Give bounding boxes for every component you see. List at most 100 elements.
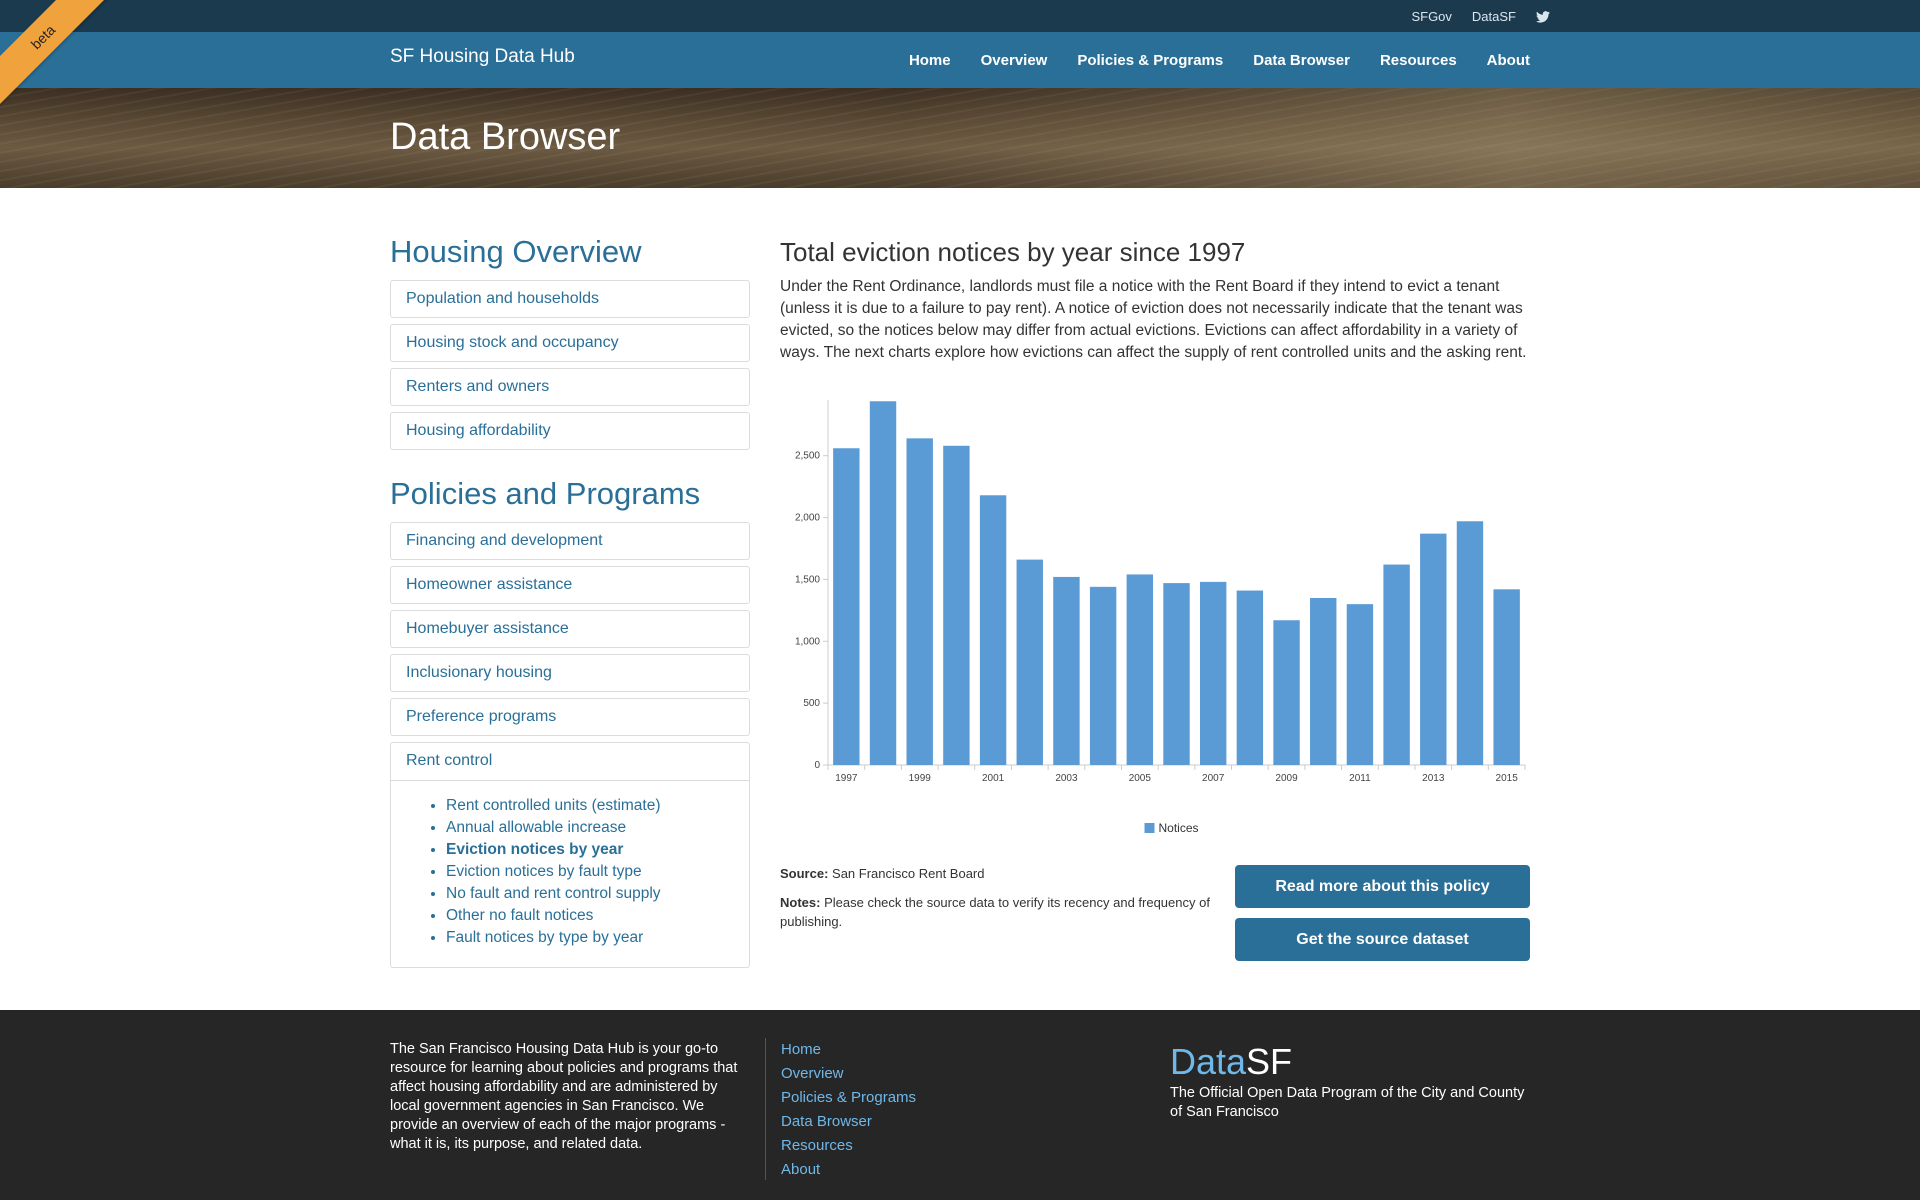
datasf-logo-sf: SF	[1246, 1041, 1293, 1082]
subnav-other-no-fault[interactable]: Other no fault notices	[446, 907, 593, 924]
bar-2004	[1089, 586, 1117, 765]
housing-overview-heading: Housing Overview	[390, 234, 642, 269]
sidebar-item-population[interactable]: Population and households	[390, 280, 750, 318]
list-item: Annual allowable increase	[446, 817, 749, 839]
nav-overview[interactable]: Overview	[981, 52, 1048, 69]
bar-1999	[906, 438, 933, 765]
y-tick-label: 0	[814, 760, 820, 771]
bar-2002	[1016, 559, 1043, 765]
sidebar-item-homeowner[interactable]: Homeowner assistance	[390, 566, 750, 604]
sidebar-item-renters-owners[interactable]: Renters and owners	[390, 368, 750, 406]
footer-link-overview[interactable]: Overview	[781, 1062, 916, 1086]
subnav-annual-increase[interactable]: Annual allowable increase	[446, 819, 626, 836]
datasf-logo[interactable]: DataSF	[1170, 1042, 1540, 1082]
legend-swatch	[1144, 823, 1155, 833]
notes-label: Notes:	[780, 895, 821, 910]
bar-2009	[1273, 620, 1300, 765]
source-dataset-button[interactable]: Get the source dataset	[1235, 918, 1530, 961]
list-item: No fault and rent control supply	[446, 883, 749, 905]
y-tick-label: 2,000	[795, 513, 820, 524]
bar-2003	[1053, 576, 1080, 765]
hero-banner: Data Browser	[0, 88, 1920, 188]
rent-control-subnav: Rent controlled units (estimate) Annual …	[391, 781, 749, 967]
bar-2001	[979, 495, 1007, 765]
datasf-logo-data: Data	[1170, 1041, 1247, 1082]
sfgov-link[interactable]: SFGov	[1411, 9, 1451, 24]
main-nav: SF Housing Data Hub Home Overview Polici…	[0, 32, 1920, 88]
sidebar-item-rent-control[interactable]: Rent control	[391, 743, 749, 781]
footer-link-data-browser[interactable]: Data Browser	[781, 1110, 916, 1134]
subnav-eviction-by-year[interactable]: Eviction notices by year	[446, 841, 623, 858]
utility-links: SFGov DataSF	[1411, 0, 1550, 32]
bar-chart-svg: 0 500 1,000 1,500 2,000 2,500 1997 1999 2001 2003…	[795, 400, 1526, 835]
source-notes: Source: San Francisco Rent Board Notes: …	[780, 864, 1210, 941]
read-policy-button[interactable]: Read more about this policy	[1235, 865, 1530, 908]
sidebar-item-financing[interactable]: Financing and development	[390, 522, 750, 560]
sidebar-item-housing-stock[interactable]: Housing stock and occupancy	[390, 324, 750, 362]
footer-link-policies[interactable]: Policies & Programs	[781, 1086, 916, 1110]
x-tick-label: 2015	[1496, 773, 1519, 784]
bar-1997	[833, 448, 860, 765]
x-tick-label: 1999	[909, 773, 932, 784]
rent-control-panel: Rent control Rent controlled units (esti…	[390, 742, 750, 968]
footer-about-text: The San Francisco Housing Data Hub is yo…	[390, 1041, 738, 1152]
source-label: Source:	[780, 866, 829, 881]
subnav-eviction-by-fault[interactable]: Eviction notices by fault type	[446, 863, 642, 880]
eviction-chart: 0 500 1,000 1,500 2,000 2,500 1997 1999 2001 2003…	[780, 390, 1530, 850]
chart-heading: Total eviction notices by year since 199…	[780, 237, 1246, 267]
subnav-rent-controlled-units[interactable]: Rent controlled units (estimate)	[446, 797, 661, 814]
policies-programs-heading: Policies and Programs	[390, 476, 701, 511]
nav-about[interactable]: About	[1487, 52, 1530, 69]
footer-link-about[interactable]: About	[781, 1158, 916, 1182]
nav-links: Home Overview Policies & Programs Data B…	[909, 32, 1530, 88]
x-tick-label: 2011	[1349, 773, 1371, 784]
bar-1998	[869, 401, 897, 765]
bar-2012	[1383, 564, 1410, 765]
source-value: San Francisco Rent Board	[832, 866, 985, 881]
sidebar-item-homebuyer[interactable]: Homebuyer assistance	[390, 610, 750, 648]
sidebar-item-affordability[interactable]: Housing affordability	[390, 412, 750, 450]
footer: The San Francisco Housing Data Hub is yo…	[0, 1010, 1920, 1200]
bar-2015	[1493, 589, 1520, 765]
sidebar-item-inclusionary[interactable]: Inclusionary housing	[390, 654, 750, 692]
list-item: Eviction notices by fault type	[446, 861, 749, 883]
list-item: Eviction notices by year	[446, 839, 749, 861]
sidebar: Housing Overview Population and househol…	[390, 232, 750, 968]
bar-2013	[1420, 533, 1447, 765]
bar-2008	[1236, 590, 1264, 765]
site-brand[interactable]: SF Housing Data Hub	[390, 46, 575, 68]
utility-bar: SFGov DataSF	[0, 0, 1920, 32]
footer-link-resources[interactable]: Resources	[781, 1134, 916, 1158]
chart-description: Under the Rent Ordinance, landlords must…	[780, 278, 1527, 361]
main-content: Total eviction notices by year since 199…	[780, 232, 1530, 364]
notes-value: Please check the source data to verify i…	[780, 895, 1210, 929]
footer-tagline: The Official Open Data Program of the Ci…	[1170, 1085, 1525, 1120]
twitter-icon[interactable]	[1536, 10, 1550, 23]
subnav-no-fault-supply[interactable]: No fault and rent control supply	[446, 885, 661, 902]
footer-links: Home Overview Policies & Programs Data B…	[765, 1038, 916, 1180]
y-tick-label: 2,500	[795, 451, 820, 462]
list-item: Fault notices by type by year	[446, 927, 749, 949]
subnav-fault-type-year[interactable]: Fault notices by type by year	[446, 929, 643, 946]
nav-home[interactable]: Home	[909, 52, 951, 69]
bar-2007	[1199, 581, 1227, 765]
x-tick-label: 2003	[1055, 773, 1078, 784]
bar-2014	[1456, 521, 1484, 765]
nav-resources[interactable]: Resources	[1380, 52, 1457, 69]
y-tick-label: 1,500	[795, 574, 820, 585]
nav-policies-programs[interactable]: Policies & Programs	[1077, 52, 1223, 69]
sidebar-item-preference[interactable]: Preference programs	[390, 698, 750, 736]
x-tick-label: 1997	[835, 773, 858, 784]
footer-link-home[interactable]: Home	[781, 1038, 916, 1062]
bar-2006	[1163, 583, 1190, 765]
list-item: Rent controlled units (estimate)	[446, 795, 749, 817]
x-tick-label: 2013	[1422, 773, 1445, 784]
legend-label: Notices	[1159, 821, 1199, 835]
nav-data-browser[interactable]: Data Browser	[1253, 52, 1350, 69]
datasf-link[interactable]: DataSF	[1472, 9, 1516, 24]
footer-brand: DataSF The Official Open Data Program of…	[1170, 1042, 1540, 1122]
bar-2000	[943, 445, 970, 765]
list-item: Other no fault notices	[446, 905, 749, 927]
x-tick-label: 2001	[982, 773, 1005, 784]
bar-2011	[1346, 604, 1374, 765]
